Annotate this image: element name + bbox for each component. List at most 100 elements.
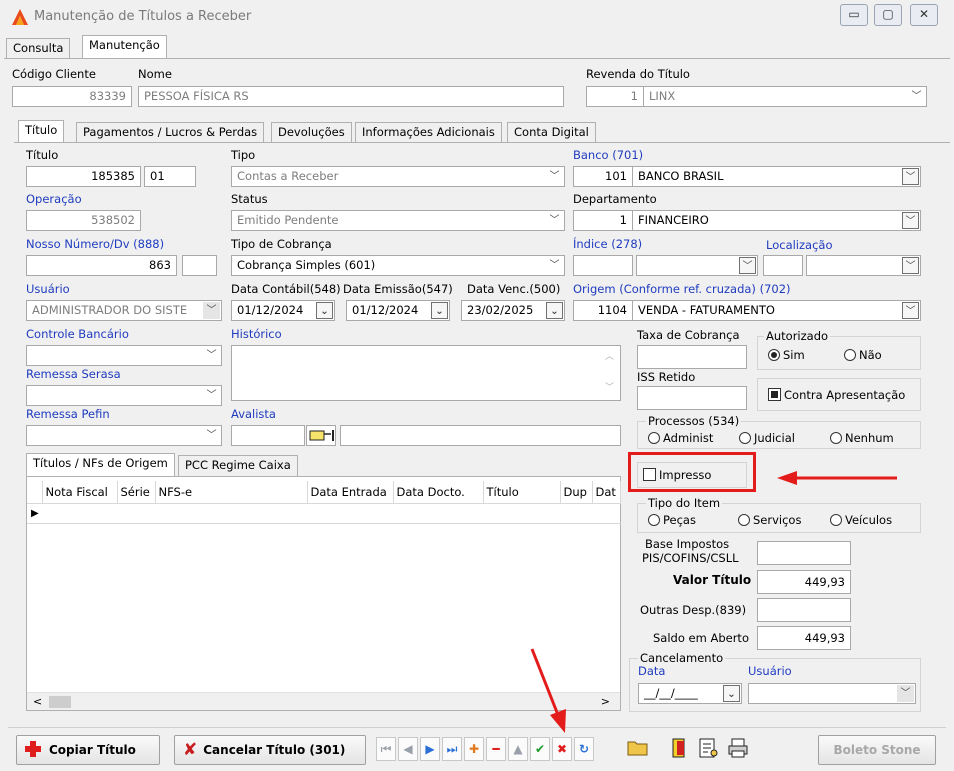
origem-code-field[interactable]: 1104 [573,300,633,321]
processos-administ-option[interactable]: Administ [648,431,713,445]
next-record-icon[interactable]: ▶ [420,737,440,761]
impresso-checkbox[interactable]: Impresso [643,468,711,482]
report-icon[interactable] [696,737,722,761]
close-button[interactable]: ✕ [910,4,938,26]
tab-pagamentos[interactable]: Pagamentos / Lucros & Perdas [76,122,265,143]
col-titulo[interactable]: Título [483,481,561,503]
scroll-left-icon[interactable]: < [33,695,42,708]
cobranca-select[interactable]: Cobrança Simples (601) ﹀ [231,255,565,276]
valor-titulo-field[interactable]: 449,93 [757,570,851,594]
indice-code-field[interactable] [573,255,633,276]
usuario-select[interactable]: ADMINISTRADOR DO SISTE ﹀ [26,300,222,321]
cancelamento-usuario-select[interactable]: ﹀ [748,683,916,704]
nosso-numero-field[interactable]: 863 [26,255,177,276]
base-impostos-field[interactable] [757,541,851,565]
data-contabil-field[interactable]: 01/12/2024 ⌄ [231,300,335,321]
col-dup[interactable]: Dup [560,481,593,503]
remessa-serasa-select[interactable]: ﹀ [26,385,222,406]
avalista-search-button[interactable] [306,425,336,446]
nosso-dv-field[interactable] [182,255,217,276]
localizacao-select[interactable]: ﹀ [806,255,921,276]
printer-icon[interactable] [726,737,752,761]
table-row[interactable]: ▶ [27,503,621,523]
col-serie[interactable]: Série [117,481,156,503]
codigo-cliente-field[interactable]: 83339 [12,86,132,107]
scroll-up-icon[interactable]: ︿ [605,348,614,367]
tab-manutencao[interactable]: Manutenção [82,35,167,58]
localizacao-code-field[interactable] [763,255,803,276]
controle-bancario-select[interactable]: ﹀ [26,345,222,366]
post-record-icon[interactable]: ✔ [530,737,550,761]
contra-apresentacao-checkbox[interactable]: Contra Apresentação [768,388,905,402]
tab-devolucoes[interactable]: Devoluções [271,122,352,143]
tipo-item-servicos-option[interactable]: Serviços [738,513,801,527]
radio-selected-icon[interactable] [768,349,780,361]
col-nfse[interactable]: NFS-e [155,481,308,503]
iss-retido-field[interactable] [637,386,747,410]
tipo-item-pecas-option[interactable]: Peças [648,513,696,527]
tab-consulta[interactable]: Consulta [6,38,71,59]
col-nota-fiscal[interactable]: Nota Fiscal [42,481,118,503]
checkbox-checked-icon[interactable] [768,388,781,401]
nome-field[interactable]: PESSOA FÍSICA RS [138,86,564,107]
edit-record-icon[interactable]: ▲ [508,737,528,761]
radio-icon[interactable] [648,432,660,444]
scroll-down-icon[interactable]: ﹀ [605,379,614,398]
minimize-button[interactable]: ▭ [840,4,868,26]
cancelamento-data-field[interactable]: __/__/____ ⌄ [638,683,742,704]
tab-informacoes[interactable]: Informações Adicionais [355,122,502,143]
data-venc-field[interactable]: 23/02/2025 ⌄ [461,300,565,321]
refresh-icon[interactable]: ↻ [574,737,594,761]
historico-textarea[interactable]: ︿ ﹀ [231,345,621,401]
processos-judicial-option[interactable]: Judicial [739,431,795,445]
revenda-select[interactable]: LINX ﹀ [643,86,927,107]
status-select[interactable]: Emitido Pendente ﹀ [231,210,565,231]
processos-nenhum-option[interactable]: Nenhum [830,431,894,445]
maximize-button[interactable]: ▢ [874,4,902,26]
insert-record-icon[interactable]: ✚ [464,737,484,761]
radio-icon[interactable] [648,514,660,526]
autorizado-sim-option[interactable]: Sim [768,348,805,362]
tipo-item-veiculos-option[interactable]: Veículos [830,513,892,527]
remessa-pefin-select[interactable]: ﹀ [26,425,222,446]
origem-select[interactable]: VENDA - FATURAMENTO ﹀ [632,300,921,321]
exit-door-icon[interactable] [668,737,692,761]
departamento-code-field[interactable]: 1 [573,210,633,231]
prior-record-icon[interactable]: ◀ [398,737,418,761]
col-data-docto[interactable]: Data Docto. [393,481,484,503]
revenda-code-field[interactable]: 1 [586,86,644,107]
saldo-aberto-field[interactable]: 449,93 [757,626,851,650]
radio-icon[interactable] [830,514,842,526]
checkbox-icon[interactable] [643,468,656,481]
col-dat[interactable]: Dat [592,481,621,503]
avalista-code-field[interactable] [231,425,305,446]
open-folder-icon[interactable] [626,737,654,761]
radio-icon[interactable] [738,514,750,526]
tipo-select[interactable]: Contas a Receber ﹀ [231,166,565,187]
cancel-edit-icon[interactable]: ✖ [552,737,572,761]
taxa-cobranca-field[interactable] [637,345,747,369]
outras-desp-field[interactable] [757,598,851,622]
operacao-field[interactable]: 538502 [26,210,141,231]
banco-select[interactable]: BANCO BRASIL ﹀ [632,166,921,187]
boleto-stone-button[interactable]: Boleto Stone [818,735,936,765]
copiar-titulo-button[interactable]: Copiar Título [16,735,160,765]
scrollbar-thumb[interactable] [49,696,71,708]
parcela-field[interactable]: 01 [144,166,196,187]
tab-titulo[interactable]: Título [18,120,65,143]
delete-record-icon[interactable]: ━ [486,737,506,761]
radio-icon[interactable] [844,349,856,361]
avalista-name-field[interactable] [340,425,621,446]
data-emissao-field[interactable]: 01/12/2024 ⌄ [346,300,450,321]
tab-pcc-regime[interactable]: PCC Regime Caixa [178,455,298,476]
scroll-right-icon[interactable]: > [601,695,610,708]
tab-conta-digital[interactable]: Conta Digital [507,122,596,143]
col-data-entrada[interactable]: Data Entrada [307,481,394,503]
indice-select[interactable]: ﹀ [636,255,758,276]
departamento-select[interactable]: FINANCEIRO ﹀ [632,210,921,231]
first-record-icon[interactable]: ⏮ [376,737,396,761]
radio-icon[interactable] [739,432,751,444]
autorizado-nao-option[interactable]: Não [844,348,882,362]
last-record-icon[interactable]: ⏭ [442,737,462,761]
banco-code-field[interactable]: 101 [573,166,633,187]
